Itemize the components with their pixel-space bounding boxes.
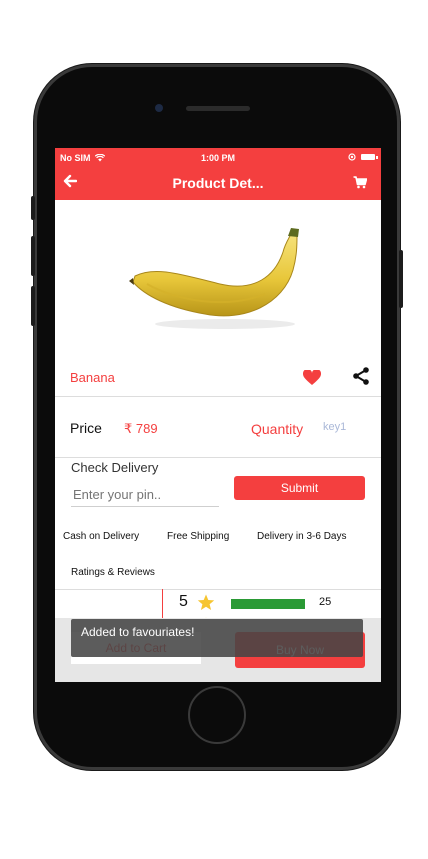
check-delivery-label: Check Delivery — [71, 460, 159, 475]
status-right — [348, 153, 378, 161]
pincode-input[interactable] — [71, 482, 219, 507]
status-bar: No SIM 1:00 PM — [55, 148, 381, 168]
product-image — [125, 226, 325, 336]
rating-bar — [231, 599, 305, 609]
toast-message: Added to favouriates! — [71, 619, 363, 657]
product-name: Banana — [70, 370, 115, 385]
price-value: ₹ 789 — [124, 421, 158, 436]
divider — [55, 589, 381, 590]
rating-stars-value: 5 — [179, 593, 188, 610]
quantity-label: Quantity — [251, 421, 304, 437]
back-arrow-icon[interactable] — [63, 174, 78, 193]
nav-bar: Product Det... — [55, 168, 381, 200]
divider — [55, 396, 381, 397]
free-shipping-label: Free Shipping — [167, 531, 230, 542]
battery-icon — [361, 154, 378, 160]
mute-switch — [31, 196, 35, 220]
lock-rotation-icon — [348, 153, 356, 161]
app-screen: No SIM 1:00 PM Product Det... Banana Pri… — [55, 148, 381, 682]
power-button — [399, 250, 403, 308]
ratings-title: Ratings & Reviews — [71, 567, 155, 578]
volume-up-button — [31, 236, 35, 276]
earpiece-speaker — [186, 106, 250, 111]
rating-count: 25 — [319, 596, 332, 608]
volume-down-button — [31, 286, 35, 326]
cash-on-delivery-label: Cash on Delivery — [63, 531, 140, 542]
clock: 1:00 PM — [200, 153, 235, 163]
quantity-input[interactable]: key1 — [323, 421, 346, 433]
page-title: Product Det... — [172, 175, 264, 191]
star-icon — [197, 594, 215, 616]
favourite-heart-icon[interactable] — [302, 368, 322, 391]
divider — [55, 457, 381, 458]
front-camera — [155, 104, 163, 112]
share-icon[interactable] — [351, 366, 371, 391]
submit-button[interactable]: Submit — [234, 476, 365, 500]
home-button[interactable] — [188, 686, 246, 744]
delivery-days-label: Delivery in 3-6 Days — [257, 531, 347, 542]
cart-icon[interactable] — [353, 176, 368, 194]
price-label: Price — [70, 420, 102, 436]
product-name-row: Banana — [55, 367, 381, 391]
